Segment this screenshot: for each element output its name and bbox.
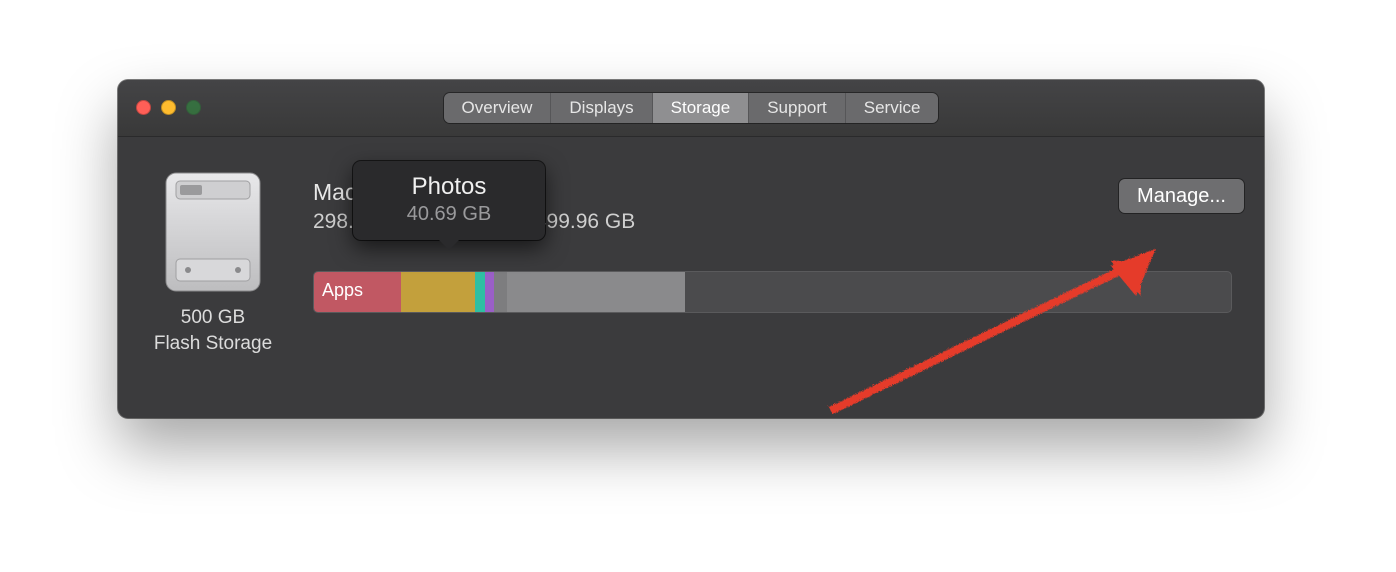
- storage-main: Manage... Mac 298.__ GB ____able of 499.…: [313, 179, 1244, 234]
- segment-icloud[interactable]: [485, 272, 494, 312]
- drive-type: Flash Storage: [148, 331, 278, 357]
- tooltip-title: Photos: [369, 173, 529, 201]
- segment-other[interactable]: [507, 272, 686, 312]
- about-this-mac-window: OverviewDisplaysStorageSupportService: [118, 80, 1264, 418]
- tooltip-subtitle: 40.69 GB: [369, 203, 529, 226]
- storage-bar[interactable]: Apps: [313, 271, 1232, 313]
- storage-tooltip: Photos 40.69 GB: [353, 161, 545, 240]
- zoom-icon[interactable]: [186, 100, 201, 115]
- manage-button[interactable]: Manage...: [1119, 179, 1244, 213]
- drive-icon: [158, 167, 268, 297]
- tab-storage[interactable]: Storage: [653, 93, 750, 123]
- segment-label: Apps: [322, 280, 363, 301]
- segment-apps[interactable]: Apps: [314, 272, 401, 312]
- tab-bar: OverviewDisplaysStorageSupportService: [444, 93, 939, 123]
- tab-support[interactable]: Support: [749, 93, 846, 123]
- titlebar: OverviewDisplaysStorageSupportService: [118, 80, 1264, 137]
- drive-label: 500 GB Flash Storage: [148, 305, 278, 356]
- minimize-icon[interactable]: [161, 100, 176, 115]
- window-controls: [136, 100, 201, 115]
- segment-photos[interactable]: [401, 272, 475, 312]
- drive-column: 500 GB Flash Storage: [148, 167, 278, 356]
- segment-system[interactable]: [494, 272, 507, 312]
- content: 500 GB Flash Storage Manage... Mac 298._…: [118, 137, 1264, 419]
- close-icon[interactable]: [136, 100, 151, 115]
- tab-displays[interactable]: Displays: [551, 93, 652, 123]
- tab-service[interactable]: Service: [846, 93, 939, 123]
- segment-mail[interactable]: [475, 272, 484, 312]
- tab-overview[interactable]: Overview: [444, 93, 552, 123]
- drive-capacity: 500 GB: [148, 305, 278, 331]
